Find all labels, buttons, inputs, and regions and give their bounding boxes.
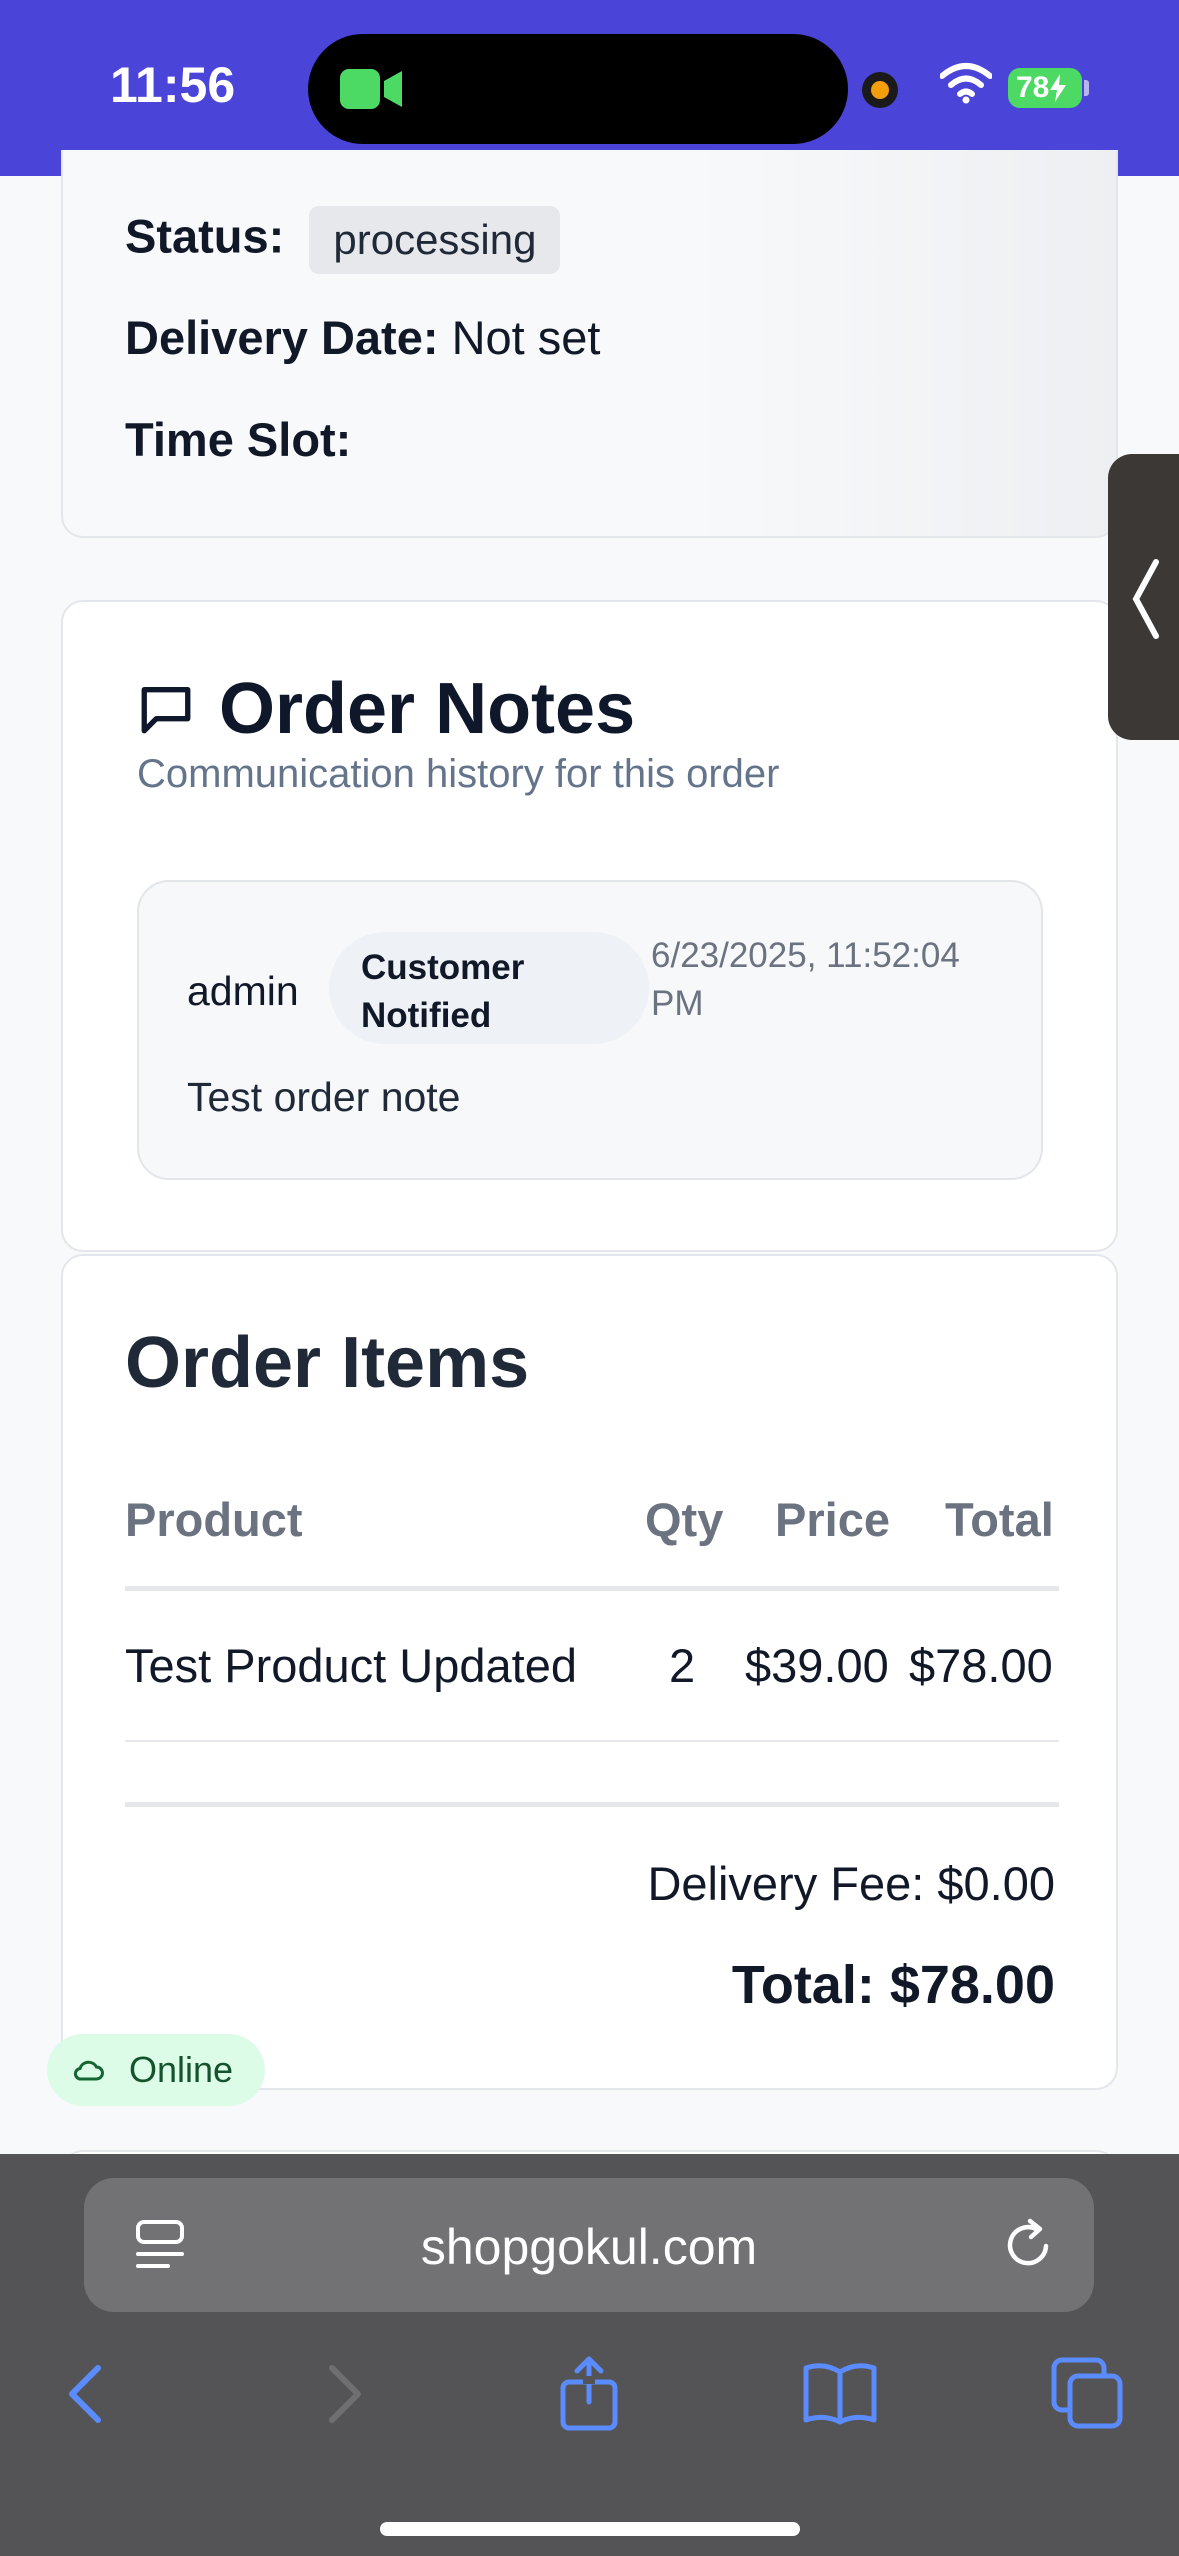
- order-total: Total: $78.00: [731, 1955, 1055, 2015]
- product-name: Test Product Updated: [125, 1639, 577, 1692]
- product-qty: 2: [669, 1639, 696, 1692]
- battery-level: 78: [1016, 71, 1050, 104]
- note-timestamp-line-1: 6/23/2025, 11:52:04: [651, 936, 960, 975]
- status-row: Status: processing: [125, 206, 561, 274]
- note-text: Test order note: [187, 1074, 461, 1120]
- clock: 11:56: [110, 57, 236, 113]
- online-status-label: Online: [129, 2049, 234, 2090]
- browser-toolbar: shopgokul.com: [0, 2154, 1179, 2556]
- reload-icon[interactable]: [1000, 2216, 1058, 2274]
- order-notes-subtitle: Communication history for this order: [137, 752, 780, 796]
- badge-line-2: Notified: [361, 996, 492, 1035]
- product-total: $78.00: [909, 1639, 1053, 1692]
- wifi-icon: [940, 63, 992, 104]
- order-notes-title: Order Notes: [219, 669, 636, 749]
- status-badge: processing: [309, 206, 561, 274]
- back-icon[interactable]: [48, 2354, 128, 2434]
- side-panel-handle[interactable]: [1108, 454, 1179, 740]
- column-header-total: Total: [945, 1493, 1054, 1546]
- delivery-date-row: Delivery Date: Not set: [125, 310, 600, 365]
- note-author: admin: [187, 968, 299, 1014]
- online-status-badge: Online: [47, 2034, 265, 2106]
- camera-indicator-icon: [862, 72, 898, 108]
- order-items-card: Order Items Product Qty Price Total Test…: [61, 1254, 1118, 2090]
- charging-bolt-icon: [1050, 74, 1067, 102]
- cloud-icon: [73, 2060, 104, 2081]
- order-notes-card: Order Notes Communication history for th…: [61, 600, 1118, 1252]
- delivery-fee: Delivery Fee: $0.00: [647, 1857, 1055, 1910]
- delivery-date-value: Not set: [451, 311, 601, 364]
- share-icon[interactable]: [549, 2354, 629, 2434]
- note-item: admin Customer Notified 6/23/2025, 11:52…: [137, 880, 1043, 1180]
- chevron-left-icon: [1132, 559, 1159, 639]
- home-indicator: [380, 2522, 800, 2536]
- message-square-icon: [141, 687, 191, 734]
- dynamic-island: [308, 34, 848, 144]
- video-camera-icon: [340, 69, 402, 109]
- column-header-product: Product: [125, 1493, 303, 1546]
- time-slot-row: Time Slot:: [125, 412, 351, 467]
- product-price: $39.00: [745, 1639, 889, 1692]
- bookmarks-icon[interactable]: [800, 2354, 880, 2434]
- customer-notified-badge: Customer Notified: [329, 932, 649, 1044]
- column-header-qty: Qty: [645, 1493, 724, 1546]
- note-timestamp-line-2: PM: [651, 984, 704, 1023]
- url-text[interactable]: shopgokul.com: [84, 2218, 1094, 2276]
- badge-line-1: Customer: [361, 948, 525, 987]
- status-label: Status:: [125, 209, 285, 263]
- order-notes-heading: Order Notes: [137, 668, 635, 750]
- delivery-date-label: Delivery Date:: [125, 311, 439, 364]
- header-divider: [125, 1586, 1059, 1591]
- time-slot-label: Time Slot:: [125, 413, 352, 466]
- order-info-card: Status: processing Delivery Date: Not se…: [61, 150, 1118, 538]
- summary-divider: [125, 1802, 1059, 1807]
- note-timestamp: 6/23/2025, 11:52:04 PM: [651, 932, 1011, 1028]
- battery-tip: [1084, 80, 1089, 96]
- tabs-icon[interactable]: [1048, 2354, 1128, 2434]
- forward-icon[interactable]: [302, 2354, 382, 2434]
- column-header-price: Price: [775, 1493, 890, 1546]
- battery-indicator: 78: [1008, 68, 1082, 108]
- address-bar[interactable]: shopgokul.com: [84, 2178, 1094, 2312]
- row-divider: [125, 1740, 1059, 1742]
- order-items-title: Order Items: [125, 1323, 530, 1403]
